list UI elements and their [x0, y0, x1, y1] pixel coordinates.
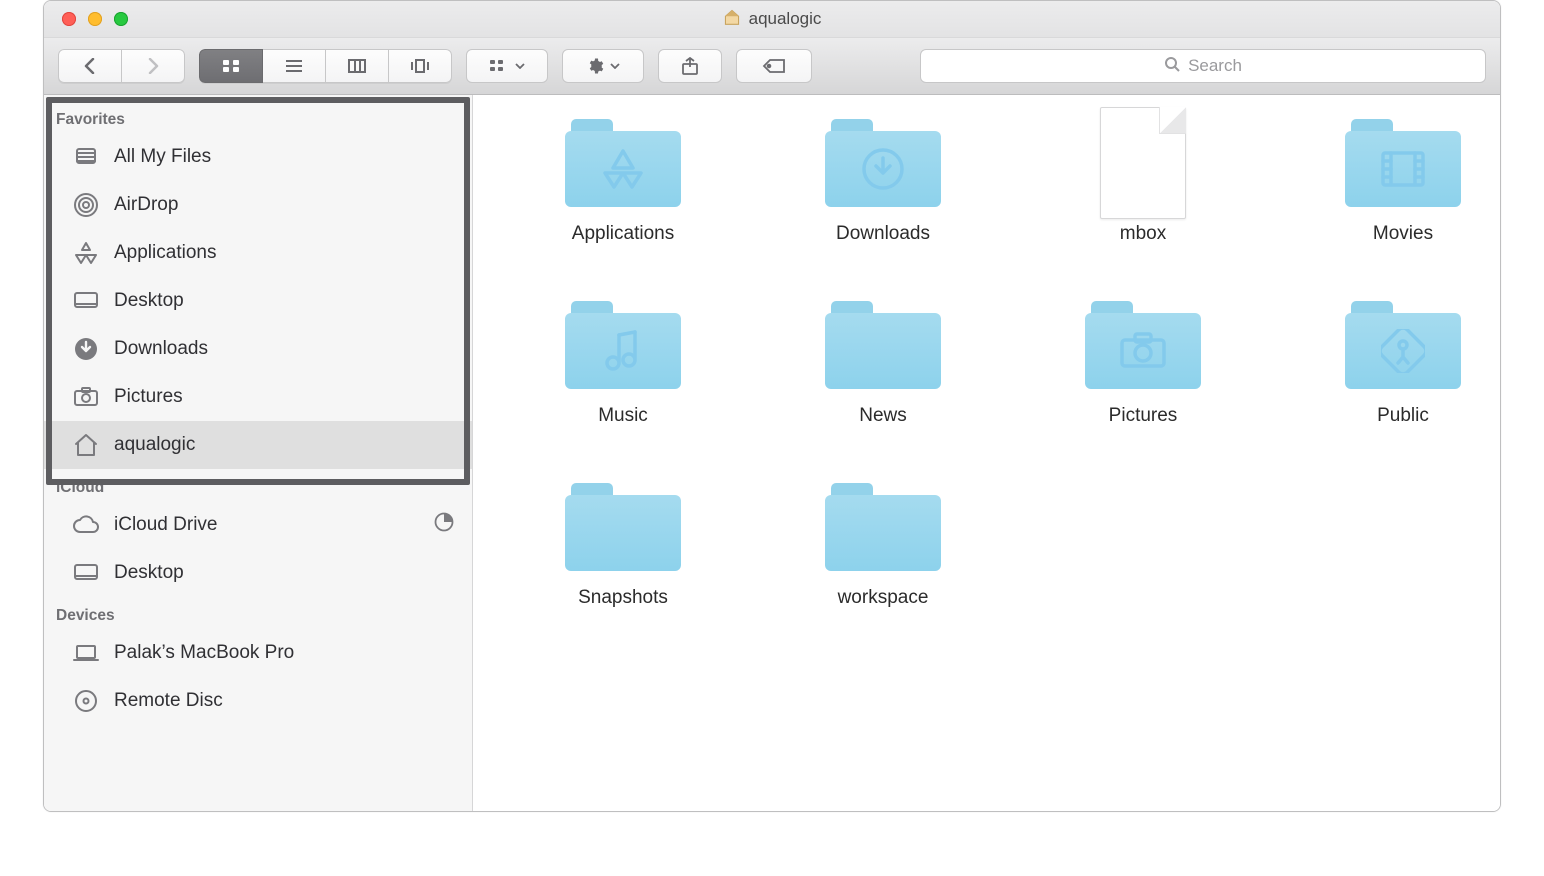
folder-icon — [825, 119, 941, 207]
share-button[interactable] — [658, 49, 722, 83]
folder-icon — [825, 483, 941, 571]
grid-item-pictures[interactable]: Pictures — [1023, 295, 1263, 427]
arrange-button[interactable] — [466, 49, 548, 83]
sidebar: Favorites All My Files AirDrop — [44, 95, 473, 811]
content-area[interactable]: Applications Downloads — [473, 95, 1500, 811]
sidebar-section-header: Favorites — [44, 101, 472, 133]
sidebar-item-remote-disc[interactable]: Remote Disc — [44, 677, 472, 725]
finder-window: aqualogic — [43, 0, 1501, 812]
grid-item-public[interactable]: Public — [1283, 295, 1500, 427]
grid-item-music[interactable]: Music — [503, 295, 743, 427]
sidebar-item-desktop[interactable]: Desktop — [44, 549, 472, 597]
folder-icon — [825, 301, 941, 389]
sidebar-item-label: Palak’s MacBook Pro — [114, 642, 294, 664]
close-window-button[interactable] — [62, 12, 76, 26]
grid-item-label: Music — [598, 405, 648, 427]
desktop-icon — [72, 287, 100, 315]
sidebar-item-pictures[interactable]: Pictures — [44, 373, 472, 421]
sidebar-item-label: Desktop — [114, 562, 184, 584]
sidebar-item-palak-s-macbook-pro[interactable]: Palak’s MacBook Pro — [44, 629, 472, 677]
search-field[interactable]: Search — [920, 49, 1486, 83]
search-placeholder: Search — [1188, 56, 1242, 76]
search-icon — [1164, 56, 1180, 77]
tag-button[interactable] — [736, 49, 812, 83]
view-coverflow-button[interactable] — [389, 49, 452, 83]
sidebar-item-airdrop[interactable]: AirDrop — [44, 181, 472, 229]
folder-icon — [1345, 119, 1461, 207]
traffic-lights — [44, 12, 128, 26]
icon-grid: Applications Downloads — [503, 113, 1470, 609]
applications-icon — [72, 239, 100, 267]
grid-item-news[interactable]: News — [763, 295, 1003, 427]
sidebar-item-label: Desktop — [114, 290, 184, 312]
sidebar-item-desktop[interactable]: Desktop — [44, 277, 472, 325]
pie-icon — [434, 512, 454, 538]
back-button[interactable] — [58, 49, 122, 83]
downloads-icon — [72, 335, 100, 363]
grid-item-mbox[interactable]: mbox — [1023, 113, 1263, 245]
grid-item-label: Movies — [1373, 223, 1433, 245]
folder-icon — [565, 119, 681, 207]
grid-item-label: Applications — [572, 223, 674, 245]
sidebar-item-applications[interactable]: Applications — [44, 229, 472, 277]
grid-item-label: Downloads — [836, 223, 930, 245]
zoom-window-button[interactable] — [114, 12, 128, 26]
sidebar-item-label: Pictures — [114, 386, 183, 408]
view-mode-group — [199, 49, 452, 83]
all-my-files-icon — [72, 143, 100, 171]
sidebar-item-downloads[interactable]: Downloads — [44, 325, 472, 373]
home-icon — [723, 9, 741, 30]
folder-icon — [565, 483, 681, 571]
grid-item-label: News — [859, 405, 907, 427]
grid-item-label: Public — [1377, 405, 1429, 427]
grid-item-label: mbox — [1120, 223, 1166, 245]
sidebar-item-label: Downloads — [114, 338, 208, 360]
grid-item-label: workspace — [838, 587, 929, 609]
sidebar-item-label: Remote Disc — [114, 690, 223, 712]
grid-item-snapshots[interactable]: Snapshots — [503, 477, 743, 609]
toolbar: Search — [44, 38, 1500, 95]
grid-item-applications[interactable]: Applications — [503, 113, 743, 245]
sidebar-item-label: iCloud Drive — [114, 514, 217, 536]
folder-icon — [1345, 301, 1461, 389]
minimize-window-button[interactable] — [88, 12, 102, 26]
forward-button[interactable] — [122, 49, 185, 83]
titlebar: aqualogic — [44, 1, 1500, 38]
sidebar-item-label: aqualogic — [114, 434, 195, 456]
grid-item-movies[interactable]: Movies — [1283, 113, 1500, 245]
window-title: aqualogic — [44, 9, 1500, 30]
sidebar-section-header: Devices — [44, 597, 472, 629]
folder-icon — [1085, 301, 1201, 389]
sidebar-item-label: All My Files — [114, 146, 211, 168]
grid-item-label: Pictures — [1109, 405, 1178, 427]
action-button[interactable] — [562, 49, 644, 83]
desktop-icon — [72, 559, 100, 587]
laptop-icon — [72, 639, 100, 667]
sidebar-item-all-my-files[interactable]: All My Files — [44, 133, 472, 181]
window-title-text: aqualogic — [749, 9, 822, 29]
sidebar-section-header: iCloud — [44, 469, 472, 501]
sidebar-item-label: Applications — [114, 242, 216, 264]
folder-icon — [565, 301, 681, 389]
pictures-icon — [72, 383, 100, 411]
grid-item-downloads[interactable]: Downloads — [763, 113, 1003, 245]
view-list-button[interactable] — [263, 49, 326, 83]
home-icon — [72, 431, 100, 459]
view-column-button[interactable] — [326, 49, 389, 83]
grid-item-label: Snapshots — [578, 587, 668, 609]
disc-icon — [72, 687, 100, 715]
icloud-icon — [72, 511, 100, 539]
document-icon — [1100, 107, 1186, 219]
view-icon-button[interactable] — [199, 49, 263, 83]
airdrop-icon — [72, 191, 100, 219]
grid-item-workspace[interactable]: workspace — [763, 477, 1003, 609]
sidebar-item-aqualogic[interactable]: aqualogic — [44, 421, 472, 469]
nav-back-forward — [58, 49, 185, 83]
sidebar-item-icloud-drive[interactable]: iCloud Drive — [44, 501, 472, 549]
sidebar-item-label: AirDrop — [114, 194, 178, 216]
